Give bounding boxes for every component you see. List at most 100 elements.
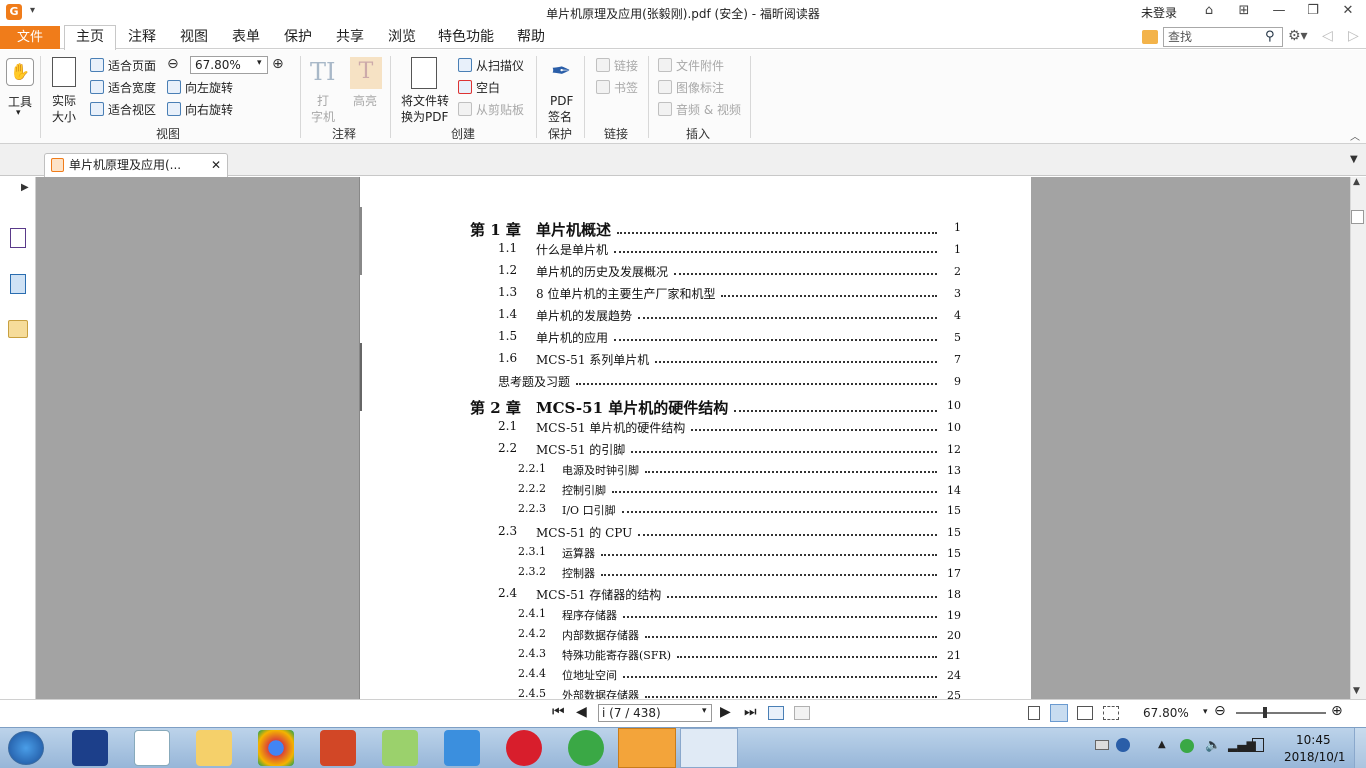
toc-entry[interactable]: 2.3.2 控制器 17 <box>360 565 1032 585</box>
clock-date[interactable]: 2018/10/1 <box>1284 750 1346 764</box>
keyboard-tray-icon[interactable] <box>1095 740 1109 750</box>
toc-entry[interactable]: 1.3 8 位单片机的主要生产厂家和机型 3 <box>360 285 1032 305</box>
pdf-sign-label-1[interactable]: PDF <box>550 93 573 109</box>
typewriter-icon[interactable]: TI <box>310 58 336 86</box>
expand-panel-icon[interactable]: ▶ <box>21 182 29 193</box>
scroll-up-icon[interactable]: ▲ <box>1353 177 1360 187</box>
tab-file[interactable]: 文件 <box>0 26 60 49</box>
tray-app-icon[interactable] <box>1180 739 1194 753</box>
pdf-sign-label-2[interactable]: 签名 <box>548 109 572 125</box>
search-icon[interactable]: ⚲ <box>1265 29 1275 44</box>
toc-entry[interactable]: 1.1 什么是单片机 1 <box>360 241 1032 261</box>
continuous-view-icon[interactable] <box>1050 704 1068 722</box>
tray-expand-icon[interactable]: ▲ <box>1158 739 1166 750</box>
foxit-reader-taskbar-icon[interactable] <box>618 728 676 768</box>
from-scanner-button[interactable]: 从扫描仪 <box>458 58 524 74</box>
page-number-input[interactable]: i (7 / 438) <box>598 704 712 722</box>
toc-entry[interactable]: 1.4 单片机的发展趋势 4 <box>360 307 1032 327</box>
start-button-icon[interactable] <box>8 731 44 765</box>
vertical-scrollbar[interactable] <box>1350 177 1366 699</box>
blank-page-button[interactable]: 空白 <box>458 80 500 96</box>
convert-label-1[interactable]: 将文件转 <box>401 93 449 109</box>
link-button[interactable]: 链接 <box>596 58 638 74</box>
toc-entry[interactable]: 2.4.2 内部数据存储器 20 <box>360 627 1032 647</box>
restore-icon[interactable]: ❐ <box>1302 3 1324 21</box>
prev-page-icon[interactable]: ◀ <box>576 704 587 720</box>
fit-visible-button[interactable]: 适合视区 <box>90 102 156 118</box>
toc-entry[interactable]: 1.5 单片机的应用 5 <box>360 329 1032 349</box>
show-desktop-button[interactable] <box>1354 728 1366 768</box>
first-page-icon[interactable]: ⏮ <box>552 704 565 720</box>
convert-to-pdf-icon[interactable] <box>411 57 437 89</box>
highlight-icon[interactable]: T <box>350 57 382 89</box>
actual-size-label-2[interactable]: 大小 <box>52 109 76 125</box>
from-clipboard-button[interactable]: 从剪贴板 <box>458 102 524 118</box>
rotate-right-button[interactable]: 向右旋转 <box>167 102 233 118</box>
volume-icon[interactable]: 🔈 <box>1205 738 1221 753</box>
typewriter-label-1[interactable]: 打 <box>317 93 329 109</box>
single-page-view-icon[interactable] <box>1028 706 1040 720</box>
toc-entry[interactable]: 1.6 MCS-51 系列单片机 7 <box>360 351 1032 371</box>
fit-page-button[interactable]: 适合页面 <box>90 58 156 74</box>
find-folder-icon[interactable] <box>1142 30 1158 44</box>
wechat-icon[interactable] <box>382 730 418 766</box>
next-page-icon[interactable]: ▶ <box>720 704 731 720</box>
toc-entry[interactable]: 2.1 MCS-51 单片机的硬件结构 10 <box>360 419 1032 439</box>
minimize-icon[interactable]: — <box>1268 3 1290 21</box>
toc-entry[interactable]: 2.4.5 外部数据存储器 25 <box>360 687 1032 699</box>
continuous-facing-view-icon[interactable] <box>1103 706 1119 720</box>
tab-protect[interactable]: 保护 <box>284 26 312 49</box>
collapse-ribbon-icon[interactable]: ︿ <box>1350 128 1360 143</box>
status-zoom-in-icon[interactable]: ⊕ <box>1331 703 1343 719</box>
shirt-skin-icon[interactable]: ⌂ <box>1198 3 1220 21</box>
tab-home[interactable]: 主页 <box>64 25 116 50</box>
tab-list-dropdown-icon[interactable]: ▼ <box>1350 154 1358 165</box>
zoom-slider-thumb[interactable] <box>1263 707 1267 718</box>
typewriter-label-2[interactable]: 字机 <box>311 109 335 125</box>
zoom-menu-icon[interactable]: ▾ <box>1203 707 1208 717</box>
clock-time[interactable]: 10:45 <box>1296 733 1331 747</box>
chrome-icon[interactable] <box>258 730 294 766</box>
document-viewer[interactable]: 第 1 章单片机概述 1 1.1 什么是单片机 1 1.2 单片机的历史及发展概况 2 1.3 8… <box>36 177 1350 699</box>
close-tab-icon[interactable]: ✕ <box>211 154 221 176</box>
tools-dropdown-icon[interactable]: ▾ <box>16 108 21 118</box>
toc-entry[interactable]: 第 1 章单片机概述 1 <box>360 219 1032 239</box>
zoom-out-icon[interactable]: ⊖ <box>167 56 179 72</box>
toc-entry[interactable]: 2.2.2 控制引脚 14 <box>360 482 1032 502</box>
dev-cpp-icon[interactable] <box>72 730 108 766</box>
actual-size-icon[interactable] <box>52 57 76 87</box>
prev-view-icon[interactable] <box>768 706 784 720</box>
internet-explorer-icon[interactable] <box>444 730 480 766</box>
zoom-dropdown-icon[interactable]: ▾ <box>257 58 262 68</box>
image-annotation-button[interactable]: 图像标注 <box>658 80 724 96</box>
page-dropdown-icon[interactable]: ▾ <box>702 706 707 716</box>
toc-entry[interactable]: 2.2.1 电源及时钟引脚 13 <box>360 462 1032 482</box>
grid-layout-icon[interactable]: ⊞ <box>1233 3 1255 21</box>
baidu-netdisk-icon[interactable] <box>134 730 170 766</box>
toc-entry[interactable]: 2.3.1 运算器 15 <box>360 545 1032 565</box>
nav-forward-icon[interactable]: ▷ <box>1348 28 1359 44</box>
toc-entry[interactable]: 2.3 MCS-51 的 CPU 15 <box>360 524 1032 544</box>
powerpoint-icon[interactable] <box>320 730 356 766</box>
toc-entry[interactable]: 2.4 MCS-51 存储器的结构 18 <box>360 586 1032 606</box>
update-app-icon[interactable] <box>568 730 604 766</box>
status-zoom-out-icon[interactable]: ⊖ <box>1214 703 1226 719</box>
rotate-left-button[interactable]: 向左旋转 <box>167 80 233 96</box>
file-explorer-icon[interactable] <box>196 730 232 766</box>
battery-icon[interactable] <box>1252 738 1264 752</box>
toc-entry[interactable]: 1.2 单片机的历史及发展概况 2 <box>360 263 1032 283</box>
facing-view-icon[interactable] <box>1077 706 1093 720</box>
toc-entry[interactable]: 2.2 MCS-51 的引脚 12 <box>360 441 1032 461</box>
word-taskbar-icon[interactable] <box>680 728 738 768</box>
opera-icon[interactable] <box>506 730 542 766</box>
tab-view[interactable]: 视图 <box>180 26 208 49</box>
toc-entry[interactable]: 2.4.1 程序存储器 19 <box>360 607 1032 627</box>
zoom-in-icon[interactable]: ⊕ <box>272 56 284 72</box>
convert-label-2[interactable]: 换为PDF <box>401 109 448 125</box>
document-tab[interactable]: 单片机原理及应用(... ✕ <box>44 153 228 177</box>
settings-gear-icon[interactable]: ⚙▾ <box>1288 28 1308 44</box>
highlight-label[interactable]: 高亮 <box>353 93 377 109</box>
toc-entry[interactable]: 2.2.3 I/O 口引脚 15 <box>360 502 1032 522</box>
comments-panel-icon[interactable] <box>8 320 28 338</box>
bookmarks-panel-icon[interactable] <box>10 228 26 248</box>
